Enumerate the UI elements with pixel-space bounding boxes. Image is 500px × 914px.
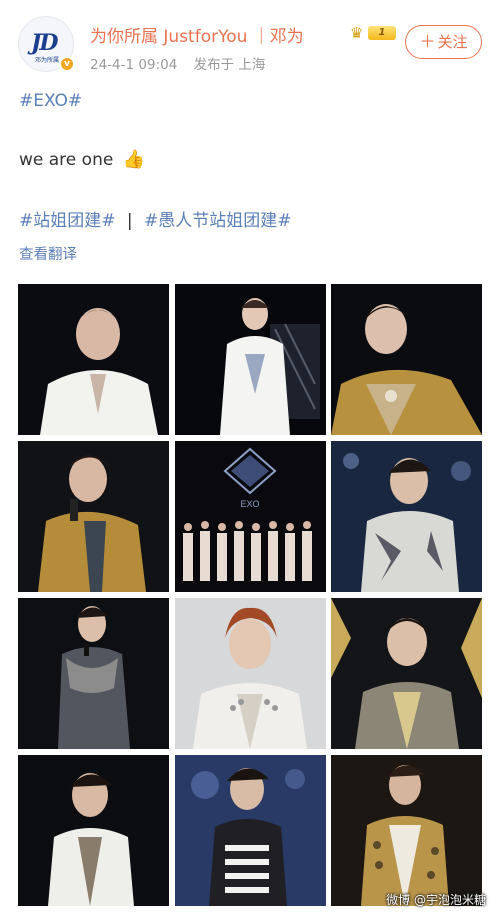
post-text: we are one 👍 — [19, 149, 145, 170]
grid-image-1[interactable] — [18, 284, 169, 435]
post-date: 24-4-1 09:04 — [90, 57, 178, 73]
thumbs-up-icon: 👍 — [122, 149, 146, 170]
hashtag-exo[interactable]: #EXO# — [19, 91, 82, 111]
avatar-logo: JD — [31, 30, 58, 56]
username[interactable]: 为你所属 JustforYou ｜邓为 — [90, 22, 304, 47]
grid-image-8[interactable] — [175, 598, 326, 749]
verified-badge-icon: v — [59, 56, 75, 72]
hashtag-row: #站姐团建# | #愚人节站姐团建# — [19, 206, 292, 231]
post-location: 发布于 上海 — [193, 57, 266, 73]
grid-image-11[interactable] — [175, 755, 326, 906]
follow-button[interactable]: ＋关注 — [405, 25, 482, 59]
post-text-content: we are one — [19, 150, 114, 170]
grid-image-5[interactable]: EXO — [175, 441, 326, 592]
crown-icon: ♛ — [350, 24, 364, 42]
grid-image-9[interactable] — [331, 598, 482, 749]
post-meta: 24-4-1 09:04 发布于 上海 — [90, 53, 277, 73]
grid-image-10[interactable] — [18, 755, 169, 906]
grid-image-2[interactable] — [175, 284, 326, 435]
watermark: 微博 @宇泡泡米糖 — [386, 893, 486, 907]
group-logo-text: EXO — [240, 499, 259, 509]
follow-label: 关注 — [437, 33, 468, 51]
grid-image-6[interactable] — [331, 441, 482, 592]
tag-separator: | — [126, 211, 133, 231]
translate-link[interactable]: 查看翻译 — [19, 243, 77, 264]
post-header: JD 邓为所属 v 为你所属 JustforYou ｜邓为 ♛ 1 24-4-1… — [18, 16, 482, 76]
grid-image-7[interactable] — [18, 598, 169, 749]
grid-image-3[interactable] — [331, 284, 482, 435]
grid-image-4[interactable] — [18, 441, 169, 592]
plus-icon: ＋ — [419, 32, 436, 51]
member-level-badge[interactable]: ♛ 1 — [350, 24, 396, 42]
grid-image-12[interactable] — [331, 755, 482, 906]
hashtag-1[interactable]: #站姐团建# — [19, 211, 116, 231]
level-number: 1 — [368, 26, 396, 40]
hashtag-2[interactable]: #愚人节站姐团建# — [144, 211, 292, 231]
